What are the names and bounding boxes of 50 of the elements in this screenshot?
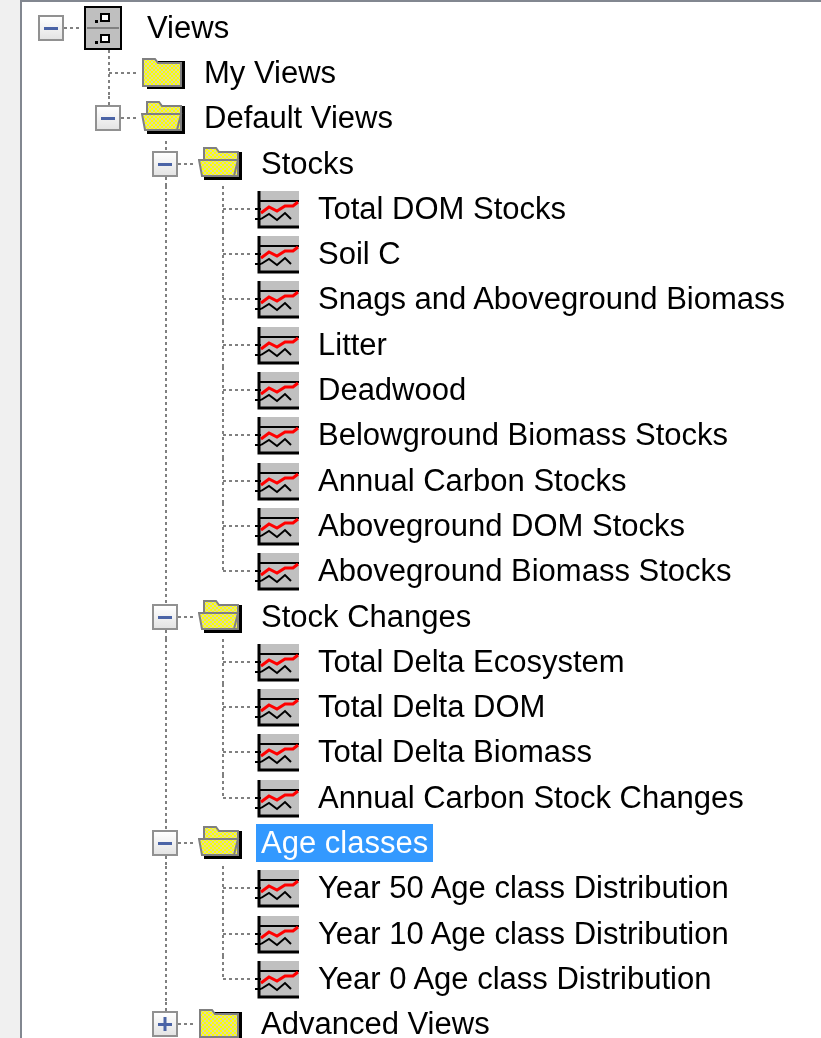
- tree-item[interactable]: Annual Carbon Stock Changes: [313, 778, 749, 817]
- open-folder-icon: [198, 825, 244, 861]
- tree-item[interactable]: Default Views: [199, 99, 398, 138]
- tree-item[interactable]: Stock Changes: [256, 597, 477, 636]
- tree-item[interactable]: Total Delta DOM: [313, 688, 551, 727]
- line-chart-icon: [255, 460, 301, 501]
- tree-item[interactable]: Belowground Biomass Stocks: [313, 416, 734, 455]
- tree-item[interactable]: Year 50 Age class Distribution: [313, 869, 734, 908]
- tree-item[interactable]: Year 10 Age class Distribution: [313, 914, 734, 953]
- collapse-icon[interactable]: [152, 830, 178, 856]
- tree-item[interactable]: Litter: [313, 325, 392, 364]
- tree-item[interactable]: My Views: [199, 53, 342, 92]
- open-folder-icon: [198, 598, 244, 635]
- folder-icon: [198, 1006, 244, 1038]
- collapse-icon[interactable]: [152, 603, 178, 630]
- tree-item[interactable]: Aboveground DOM Stocks: [313, 506, 690, 545]
- line-chart-icon: [255, 777, 301, 818]
- line-chart-icon: [255, 324, 301, 365]
- tree-item[interactable]: Soil C: [313, 235, 406, 274]
- line-chart-icon: [255, 913, 301, 954]
- collapse-icon[interactable]: [38, 14, 64, 41]
- collapse-icon[interactable]: [95, 105, 121, 132]
- tree-item[interactable]: Views: [142, 8, 235, 47]
- line-chart-icon: [255, 505, 301, 546]
- expand-icon[interactable]: [152, 1011, 178, 1038]
- line-chart-icon: [255, 687, 301, 728]
- open-folder-icon: [141, 100, 187, 137]
- line-chart-icon: [255, 415, 301, 456]
- tree-item[interactable]: Total Delta Ecosystem: [313, 642, 630, 681]
- tree-item[interactable]: Deadwood: [313, 371, 472, 409]
- tree-item[interactable]: Aboveground Biomass Stocks: [313, 552, 737, 591]
- tree-item[interactable]: Year 0 Age class Distribution: [313, 959, 717, 998]
- line-chart-icon: [255, 641, 301, 682]
- tree-item[interactable]: Total DOM Stocks: [313, 189, 572, 228]
- line-chart-icon: [255, 188, 301, 229]
- cabinet-icon: [84, 5, 122, 50]
- open-folder-icon: [198, 145, 244, 182]
- line-chart-icon: [255, 958, 301, 999]
- tree-item[interactable]: Total Delta Biomass: [313, 733, 597, 772]
- collapse-icon[interactable]: [152, 150, 178, 177]
- line-chart-icon: [255, 370, 301, 410]
- line-chart-icon: [255, 551, 301, 592]
- line-chart-icon: [255, 234, 301, 275]
- line-chart-icon: [255, 868, 301, 909]
- tree-item[interactable]: Snags and Aboveground Biomass: [313, 280, 791, 319]
- tree-item[interactable]: Advanced Views: [256, 1005, 495, 1038]
- line-chart-icon: [255, 732, 301, 773]
- tree-item[interactable]: Annual Carbon Stocks: [313, 461, 632, 500]
- tree-item[interactable]: Stocks: [256, 144, 360, 183]
- line-chart-icon: [255, 279, 301, 320]
